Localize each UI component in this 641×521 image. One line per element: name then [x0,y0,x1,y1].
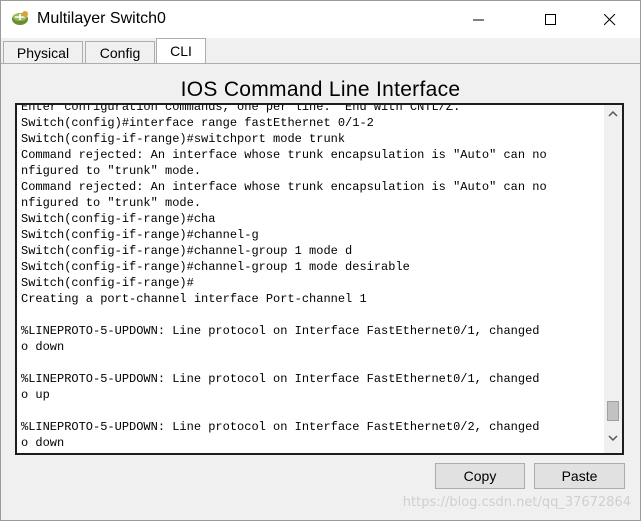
console-line: Switch(config-if-range)# [21,276,194,290]
console-line: %LINEPROTO-5-UPDOWN: Line protocol on In… [21,420,540,434]
paste-button[interactable]: Paste [534,463,625,489]
vertical-scrollbar[interactable] [604,105,622,453]
console-line: o down [21,340,65,354]
window-title: Multilayer Switch0 [37,10,166,27]
multilayer-switch-icon [11,10,29,28]
scroll-up-icon[interactable] [608,110,618,117]
tab-bar: Physical Config CLI [1,38,640,64]
tab-cli[interactable]: CLI [156,38,206,64]
scrollbar-thumb[interactable] [607,401,619,421]
console-line: %LINEPROTO-5-UPDOWN: Line protocol on In… [21,324,540,338]
close-icon [604,14,616,26]
minimize-icon [473,19,484,21]
minimize-button[interactable] [456,1,502,38]
console-line: Creating a port-channel interface Port-c… [21,292,367,306]
watermark: https://blog.csdn.net/qq_37672864 [402,495,631,510]
cli-console[interactable]: Enter configuration commands, one per li… [15,103,624,455]
console-line: o up [21,388,50,402]
console-line: Switch(config-if-range)#channel-group 1 … [21,244,353,258]
console-line: %LINEPROTO-5-UPDOWN: Line protocol on In… [21,372,540,386]
console-line: nfigured to "trunk" mode. [21,196,202,210]
console-line: nfigured to "trunk" mode. [21,164,202,178]
console-output[interactable]: Enter configuration commands, one per li… [21,103,604,451]
page-title: IOS Command Line Interface [180,78,461,101]
tab-config[interactable]: Config [85,41,155,63]
console-line: o down [21,436,65,450]
console-line: Switch(config-if-range)#cha [21,212,216,226]
console-line: Enter configuration commands, one per li… [21,103,461,114]
console-line: Switch(config-if-range)#switchport mode … [21,132,346,146]
console-line: Command rejected: An interface whose tru… [21,180,547,194]
copy-button[interactable]: Copy [435,463,525,489]
console-line: Switch(config-if-range)#channel-group 1 … [21,260,410,274]
scroll-down-icon[interactable] [608,435,618,442]
title-bar[interactable]: Multilayer Switch0 [1,1,640,38]
console-line: Command rejected: An interface whose tru… [21,148,547,162]
console-line: Switch(config-if-range)#channel-g [21,228,259,242]
app-window: Multilayer Switch0 Physical Config CLI I… [0,0,641,521]
tab-physical[interactable]: Physical [3,41,83,63]
maximize-icon [545,14,556,25]
maximize-button[interactable] [528,1,574,38]
console-line: Switch(config)#interface range fastEther… [21,116,374,130]
close-button[interactable] [587,1,633,38]
